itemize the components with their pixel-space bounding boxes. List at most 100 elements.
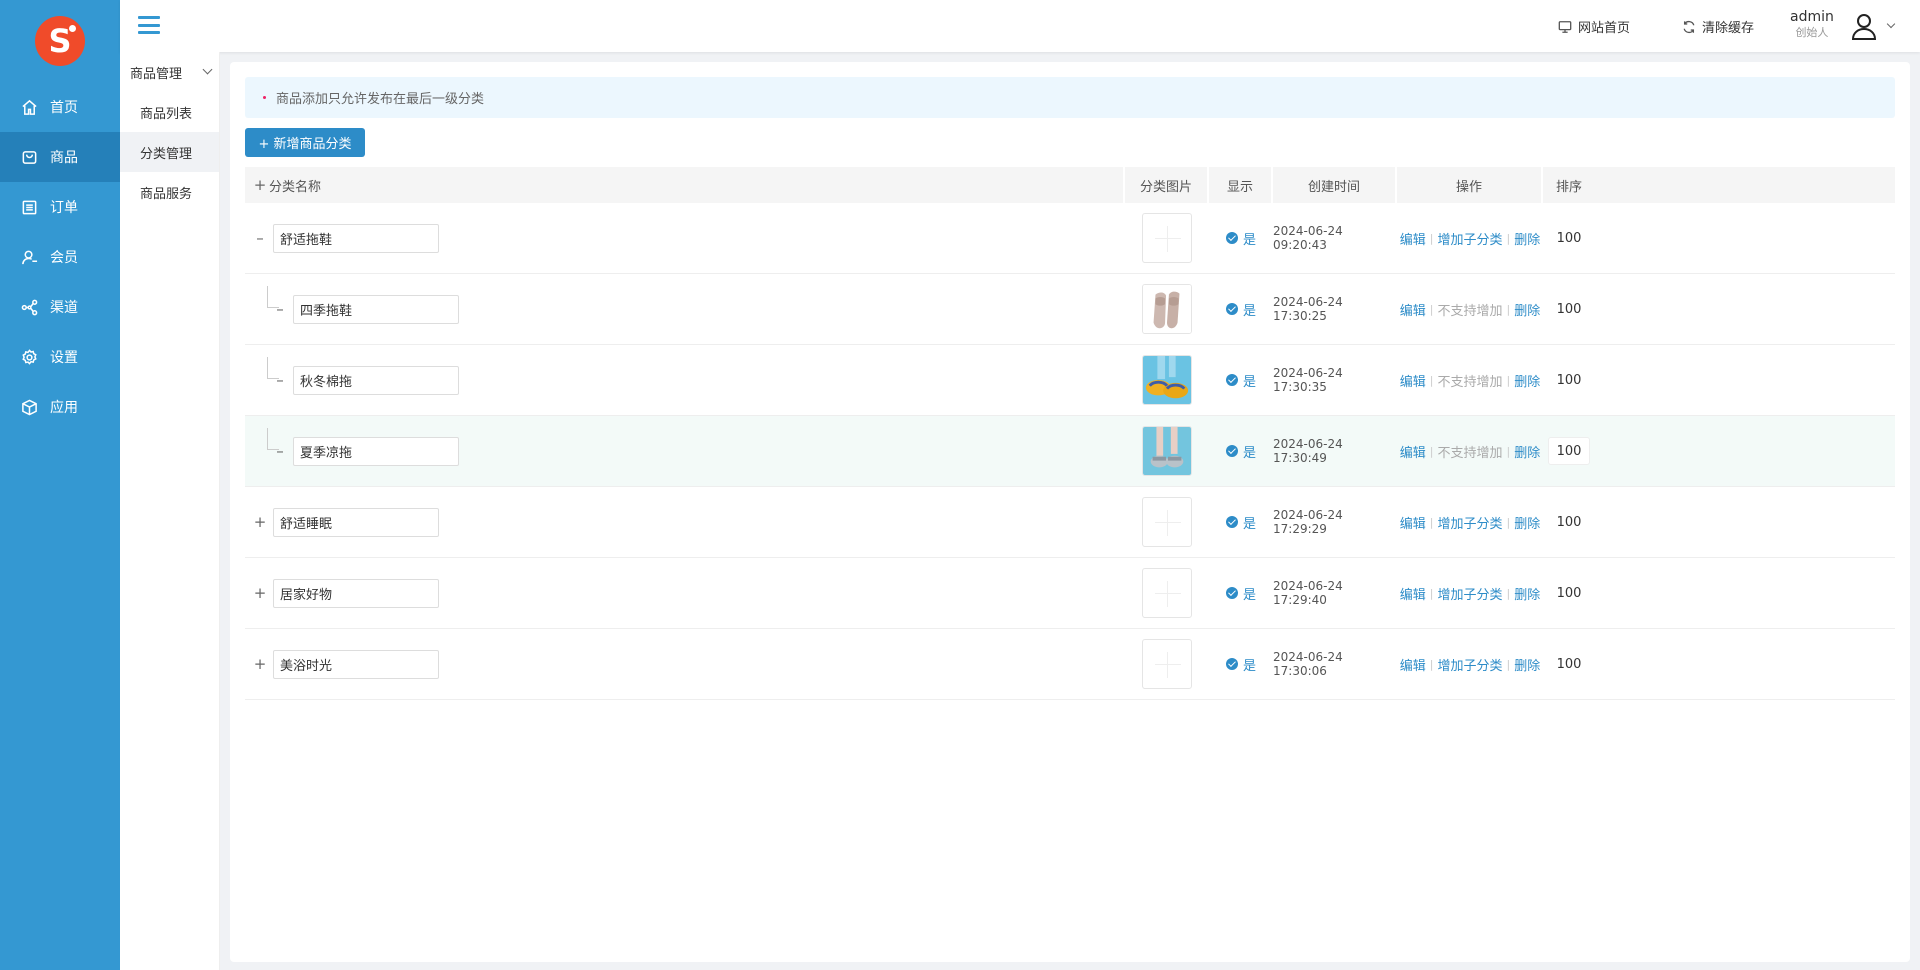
category-name-input[interactable] bbox=[293, 436, 459, 466]
category-image-placeholder[interactable] bbox=[1142, 213, 1192, 263]
sort-value[interactable]: 100 bbox=[1557, 302, 1582, 317]
sort-cell: 100 bbox=[1543, 487, 1595, 557]
subnav-item-0[interactable]: 商品列表 bbox=[120, 92, 219, 132]
show-status[interactable]: 是 bbox=[1225, 300, 1256, 319]
separator: | bbox=[1506, 373, 1511, 387]
check-circle-icon bbox=[1225, 303, 1238, 315]
add-subcategory-link[interactable]: 增加子分类 bbox=[1437, 584, 1502, 603]
category-name-input[interactable] bbox=[293, 365, 459, 395]
name-cell: + bbox=[253, 558, 439, 628]
delete-link[interactable]: 删除 bbox=[1514, 513, 1540, 532]
user-name: admin bbox=[1790, 9, 1834, 25]
category-name-input[interactable] bbox=[273, 649, 439, 679]
sort-value[interactable]: 100 bbox=[1557, 231, 1582, 246]
show-label: 是 bbox=[1242, 587, 1256, 603]
category-image-beige-slippers[interactable] bbox=[1142, 284, 1192, 334]
category-name-input[interactable] bbox=[273, 578, 439, 608]
col-show: 显示 bbox=[1209, 167, 1273, 203]
show-status[interactable]: 是 bbox=[1225, 513, 1256, 532]
nav-item-2[interactable]: 订单 bbox=[0, 182, 120, 232]
menu-toggle-icon[interactable] bbox=[138, 16, 160, 34]
user-role: 创始人 bbox=[1795, 26, 1829, 39]
show-status[interactable]: 是 bbox=[1225, 584, 1256, 603]
table-row: +是2024-06-24 17:29:29编辑|增加子分类|删除100 bbox=[245, 487, 1895, 558]
delete-link[interactable]: 删除 bbox=[1514, 229, 1540, 248]
subnav-group-product-management[interactable]: 商品管理 bbox=[120, 52, 219, 92]
clear-cache-link[interactable]: 清除缓存 bbox=[1682, 17, 1754, 36]
edit-link[interactable]: 编辑 bbox=[1400, 584, 1426, 603]
expand-toggle-icon[interactable]: + bbox=[253, 513, 267, 531]
show-status[interactable]: 是 bbox=[1225, 229, 1256, 248]
nav-item-6[interactable]: 应用 bbox=[0, 382, 120, 432]
check-circle-icon bbox=[1225, 374, 1238, 386]
edit-link[interactable]: 编辑 bbox=[1400, 229, 1426, 248]
add-subcategory-link[interactable]: 增加子分类 bbox=[1437, 513, 1502, 532]
separator: | bbox=[1506, 444, 1511, 458]
subnav-item-label: 分类管理 bbox=[140, 146, 193, 162]
show-status[interactable]: 是 bbox=[1225, 371, 1256, 390]
edit-link[interactable]: 编辑 bbox=[1400, 655, 1426, 674]
site-home-link[interactable]: 网站首页 bbox=[1558, 17, 1630, 36]
col-created: 创建时间 bbox=[1273, 167, 1397, 203]
user-icon bbox=[20, 248, 38, 266]
edit-link[interactable]: 编辑 bbox=[1400, 513, 1426, 532]
sort-value[interactable]: 100 bbox=[1557, 657, 1582, 672]
ops-cell: 编辑 | 不支持增加 | 删除 bbox=[1397, 274, 1543, 344]
created-time: 2024-06-24 17:29:40 bbox=[1273, 579, 1343, 607]
edit-link[interactable]: 编辑 bbox=[1400, 371, 1426, 390]
category-image-placeholder[interactable] bbox=[1142, 497, 1192, 547]
category-name-input[interactable] bbox=[273, 507, 439, 537]
user-info[interactable]: admin 创始人 bbox=[1790, 8, 1834, 40]
monitor-icon bbox=[1558, 20, 1572, 33]
sort-input[interactable] bbox=[1548, 437, 1590, 465]
separator: | bbox=[1506, 515, 1511, 529]
show-status[interactable]: 是 bbox=[1225, 442, 1256, 461]
expand-toggle-icon[interactable]: – bbox=[253, 229, 267, 247]
add-category-button[interactable]: + 新增商品分类 bbox=[245, 128, 365, 157]
edit-link[interactable]: 编辑 bbox=[1400, 442, 1426, 461]
category-image-sandals-on-feet[interactable] bbox=[1142, 426, 1192, 476]
nav-label: 首页 bbox=[50, 100, 78, 116]
nav-item-4[interactable]: 渠道 bbox=[0, 282, 120, 332]
nav-item-1[interactable]: 商品 bbox=[0, 132, 120, 182]
delete-link[interactable]: 删除 bbox=[1514, 371, 1540, 390]
created-cell: 2024-06-24 17:29:40 bbox=[1273, 558, 1397, 628]
sort-value[interactable]: 100 bbox=[1557, 515, 1582, 530]
category-name-input[interactable] bbox=[293, 294, 459, 324]
subnav-item-2[interactable]: 商品服务 bbox=[120, 172, 219, 212]
separator: | bbox=[1429, 515, 1434, 529]
category-image-placeholder[interactable] bbox=[1142, 639, 1192, 689]
notice-bar: 商品添加只允许发布在最后一级分类 bbox=[245, 77, 1895, 118]
check-circle-icon bbox=[1225, 516, 1238, 528]
category-name-input[interactable] bbox=[273, 223, 439, 253]
expand-toggle-icon[interactable]: + bbox=[253, 584, 267, 602]
expand-toggle-icon[interactable]: – bbox=[273, 442, 287, 460]
app-logo[interactable]: S bbox=[35, 16, 85, 66]
delete-link[interactable]: 删除 bbox=[1514, 584, 1540, 603]
nav-item-3[interactable]: 会员 bbox=[0, 232, 120, 282]
nav-item-0[interactable]: 首页 bbox=[0, 82, 120, 132]
edit-link[interactable]: 编辑 bbox=[1400, 300, 1426, 319]
delete-link[interactable]: 删除 bbox=[1514, 655, 1540, 674]
category-image-placeholder[interactable] bbox=[1142, 568, 1192, 618]
expand-toggle-icon[interactable]: – bbox=[273, 371, 287, 389]
sort-value[interactable]: 100 bbox=[1557, 373, 1582, 388]
nav-item-5[interactable]: 设置 bbox=[0, 332, 120, 382]
chevron-down-icon[interactable] bbox=[1886, 19, 1896, 29]
created-cell: 2024-06-24 17:30:35 bbox=[1273, 345, 1397, 415]
subnav-item-1[interactable]: 分类管理 bbox=[120, 132, 219, 172]
share-icon bbox=[20, 298, 38, 316]
avatar-icon[interactable] bbox=[1850, 12, 1878, 40]
expand-toggle-icon[interactable]: – bbox=[273, 300, 287, 318]
add-subcategory-link[interactable]: 增加子分类 bbox=[1437, 229, 1502, 248]
category-image-yellow-slippers[interactable] bbox=[1142, 355, 1192, 405]
delete-link[interactable]: 删除 bbox=[1514, 300, 1540, 319]
delete-link[interactable]: 删除 bbox=[1514, 442, 1540, 461]
add-subcategory-link[interactable]: 增加子分类 bbox=[1437, 655, 1502, 674]
expand-all-icon[interactable]: + bbox=[253, 176, 267, 194]
show-status[interactable]: 是 bbox=[1225, 655, 1256, 674]
add-unsupported-text: 不支持增加 bbox=[1437, 303, 1503, 319]
sort-value[interactable]: 100 bbox=[1557, 586, 1582, 601]
expand-toggle-icon[interactable]: + bbox=[253, 655, 267, 673]
check-circle-icon bbox=[1225, 587, 1238, 599]
